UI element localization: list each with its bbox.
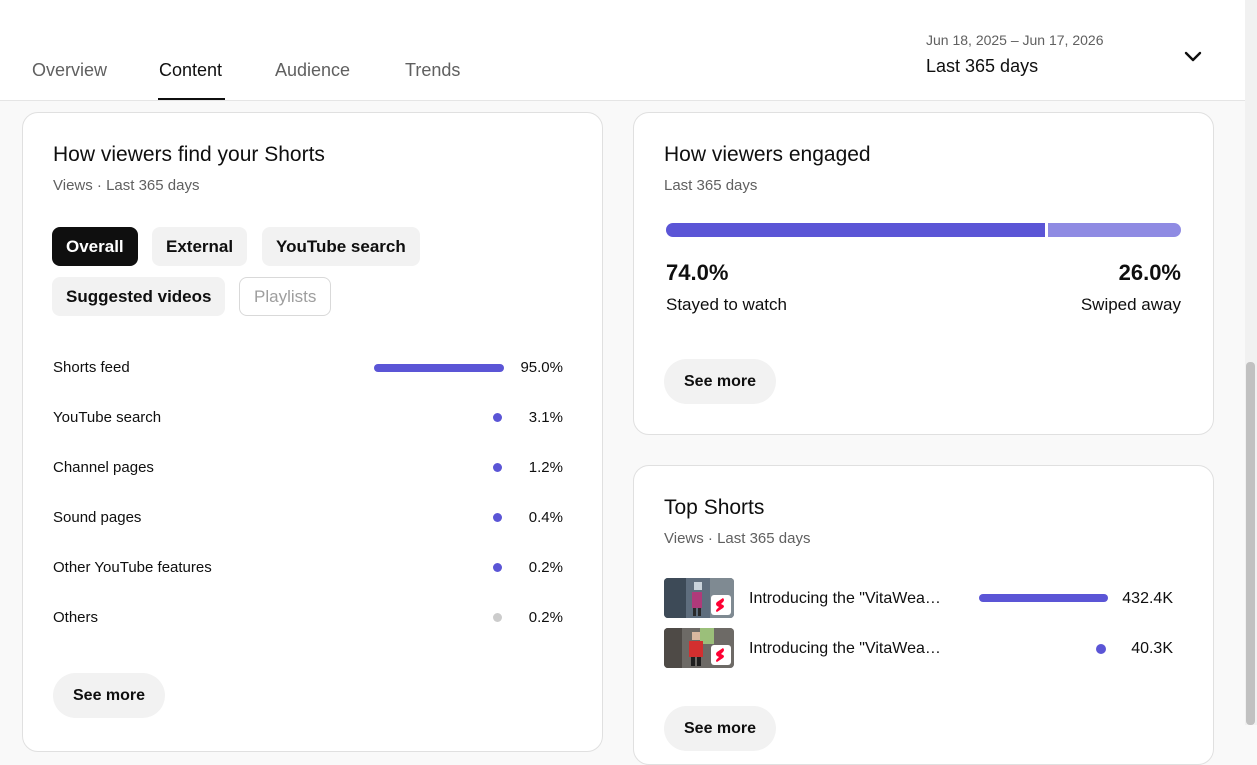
source-value: 0.2% (528, 559, 563, 576)
source-label: Channel pages (53, 459, 154, 476)
chip-playlists: Playlists (239, 277, 332, 316)
source-value: 0.4% (528, 509, 563, 526)
top-strip (0, 0, 1245, 12)
chip-suggested-videos[interactable]: Suggested videos (52, 277, 226, 316)
source-row: Others 0.2% (53, 607, 563, 629)
source-share-dot (493, 513, 502, 522)
card-subtitle: Views · Last 365 days (664, 530, 811, 547)
swiped-percent: 26.0% (1118, 260, 1181, 285)
source-label: Other YouTube features (53, 559, 212, 576)
top-shorts-card: Top Shorts Views · Last 365 days Introdu… (633, 465, 1214, 765)
short-title[interactable]: Introducing the "VitaWea… (749, 640, 949, 658)
engagement-card: How viewers engaged Last 365 days 74.0% … (633, 112, 1214, 435)
see-more-button[interactable]: See more (664, 706, 777, 751)
chip-youtube-search[interactable]: YouTube search (262, 227, 420, 266)
traffic-sources-card: How viewers find your Shorts Views · Las… (22, 112, 603, 752)
source-share-dot (493, 613, 502, 622)
source-value: 3.1% (528, 409, 563, 426)
card-subtitle: Last 365 days (664, 177, 758, 194)
short-views-bar (979, 594, 1108, 602)
chevron-down-icon[interactable] (1180, 48, 1206, 68)
short-thumbnail[interactable] (664, 628, 734, 668)
source-row: Other YouTube features 0.2% (53, 557, 563, 579)
analytics-header: Overview Content Audience Trends Jun 18,… (0, 12, 1245, 101)
tab-overview[interactable]: Overview (32, 60, 107, 81)
tab-trends[interactable]: Trends (405, 60, 460, 81)
short-thumbnail[interactable] (664, 578, 734, 618)
source-row: YouTube search 3.1% (53, 407, 563, 429)
see-more-button[interactable]: See more (53, 673, 166, 718)
see-more-button[interactable]: See more (664, 359, 777, 404)
chip-external[interactable]: External (152, 227, 248, 266)
source-value: 0.2% (528, 609, 563, 626)
card-subtitle: Views · Last 365 days (53, 177, 200, 194)
short-title[interactable]: Introducing the "VitaWea… (749, 590, 949, 608)
swiped-bar (1048, 223, 1181, 237)
stayed-bar (666, 223, 1045, 237)
source-share-bar (374, 364, 504, 372)
source-label: Sound pages (53, 509, 142, 526)
short-views-dot (1096, 644, 1106, 654)
period-label[interactable]: Last 365 days (926, 56, 1038, 77)
card-title: How viewers find your Shorts (53, 143, 325, 166)
active-tab-indicator (158, 98, 225, 100)
date-range-text: Jun 18, 2025 – Jun 17, 2026 (926, 32, 1104, 48)
source-share-dot (493, 563, 502, 572)
tab-audience[interactable]: Audience (275, 60, 350, 81)
scrollbar-thumb[interactable] (1246, 362, 1255, 725)
tab-content[interactable]: Content (159, 60, 222, 81)
source-label: YouTube search (53, 409, 162, 426)
card-title: Top Shorts (664, 496, 765, 519)
short-views: 40.3K (1131, 640, 1173, 657)
source-value: 95.0% (520, 359, 563, 376)
source-value: 1.2% (528, 459, 563, 476)
card-title: How viewers engaged (664, 143, 871, 166)
chip-overall[interactable]: Overall (52, 227, 138, 266)
stayed-label: Stayed to watch (666, 295, 787, 314)
source-row: Shorts feed 95.0% (53, 357, 563, 379)
source-share-dot (493, 463, 502, 472)
source-row: Channel pages 1.2% (53, 457, 563, 479)
source-label: Others (53, 609, 99, 626)
source-label: Shorts feed (53, 359, 130, 376)
swiped-label: Swiped away (1080, 295, 1181, 314)
short-views: 432.4K (1122, 590, 1173, 607)
stayed-percent: 74.0% (666, 260, 729, 285)
source-share-dot (493, 413, 502, 422)
source-row: Sound pages 0.4% (53, 507, 563, 529)
